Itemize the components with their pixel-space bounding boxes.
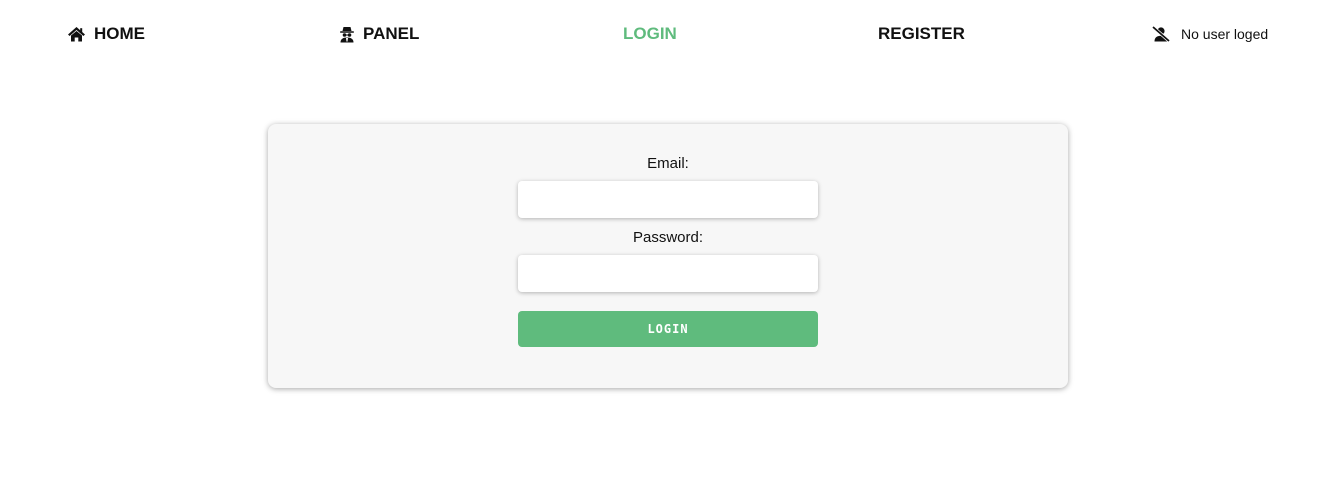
password-label: Password: [632, 229, 704, 246]
login-button[interactable]: LOGIN [518, 311, 818, 347]
email-field[interactable] [518, 181, 818, 218]
login-card: Email: Password: LOGIN [268, 124, 1068, 388]
top-navigation: HOME PANEL LOGIN REGISTER No user loged [0, 0, 1344, 68]
nav-login-label: LOGIN [623, 24, 677, 43]
password-field[interactable] [518, 255, 818, 292]
page: HOME PANEL LOGIN REGISTER No user loged … [0, 0, 1344, 504]
home-icon [67, 26, 86, 42]
email-label: Email: [647, 155, 689, 172]
user-status: No user loged [1151, 22, 1268, 46]
nav-home-link[interactable]: HOME [67, 22, 145, 46]
login-form: Email: Password: LOGIN [518, 154, 818, 347]
nav-register-link[interactable]: REGISTER [878, 22, 965, 46]
nav-panel-label: PANEL [363, 24, 420, 43]
spy-icon [339, 26, 355, 43]
nav-panel-link[interactable]: PANEL [339, 22, 419, 46]
nav-login-link[interactable]: LOGIN [623, 22, 677, 46]
user-slash-icon [1151, 26, 1171, 42]
user-status-label: No user loged [1181, 26, 1269, 42]
nav-register-label: REGISTER [878, 24, 965, 43]
nav-home-label: HOME [94, 24, 145, 43]
